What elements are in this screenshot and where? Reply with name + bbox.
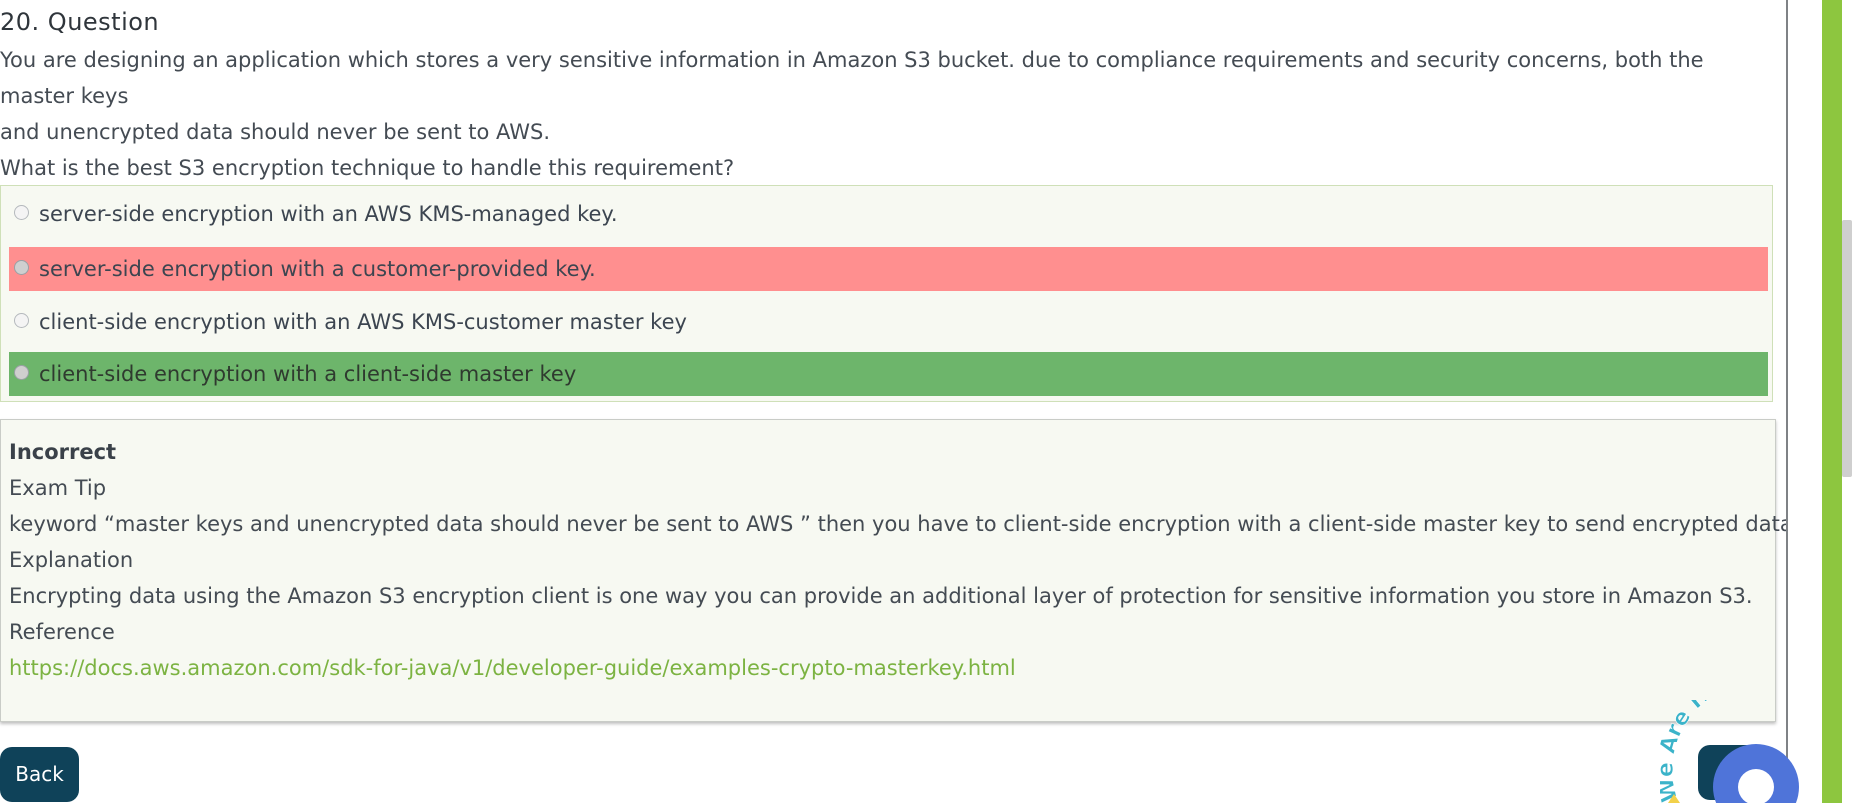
- radio-button[interactable]: [14, 313, 29, 328]
- answer-option-4-correct[interactable]: client-side encryption with a client-sid…: [9, 352, 1768, 396]
- chat-face-icon: [1738, 769, 1774, 803]
- reference-link[interactable]: https://docs.aws.amazon.com/sdk-for-java…: [9, 656, 1016, 680]
- exam-tip-text: keyword “master keys and unencrypted dat…: [9, 512, 1800, 536]
- answer-option-label: client-side encryption with an AWS KMS-c…: [39, 310, 687, 334]
- question-text-line: You are designing an application which s…: [0, 48, 1704, 108]
- question-text: You are designing an application which s…: [0, 42, 1770, 186]
- exam-tip-heading: Exam Tip: [9, 476, 107, 500]
- reference-heading: Reference: [9, 620, 115, 644]
- back-button[interactable]: Back: [0, 747, 79, 802]
- explanation-text: Encrypting data using the Amazon S3 encr…: [9, 584, 1753, 608]
- answer-options: server-side encryption with an AWS KMS-m…: [0, 185, 1773, 402]
- accent-sidebar: [1822, 0, 1842, 803]
- answer-option-1[interactable]: server-side encryption with an AWS KMS-m…: [9, 192, 1768, 236]
- explanation-heading: Explanation: [9, 548, 134, 572]
- radio-button[interactable]: [14, 260, 29, 275]
- answer-option-label: server-side encryption with a customer-p…: [39, 257, 596, 281]
- answer-option-2-incorrect[interactable]: server-side encryption with a customer-p…: [9, 247, 1768, 291]
- answer-explanation: Incorrect Exam Tip keyword “master keys …: [0, 419, 1800, 722]
- question-title: 20. Question: [0, 8, 160, 36]
- quiz-page: 20. Question You are designing an applic…: [0, 0, 1856, 803]
- answer-option-label: server-side encryption with an AWS KMS-m…: [39, 202, 618, 226]
- result-verdict: Incorrect: [9, 440, 117, 464]
- question-text-line: and unencrypted data should never be sen…: [0, 120, 550, 144]
- answer-option-label: client-side encryption with a client-sid…: [39, 362, 577, 386]
- scrollbar-thumb[interactable]: [1842, 220, 1852, 477]
- chat-widget[interactable]: We Are Here!: [1660, 700, 1845, 803]
- question-prompt: What is the best S3 encryption technique…: [0, 156, 735, 180]
- radio-button[interactable]: [14, 365, 29, 380]
- radio-button[interactable]: [14, 205, 29, 220]
- answer-option-3[interactable]: client-side encryption with an AWS KMS-c…: [9, 300, 1768, 344]
